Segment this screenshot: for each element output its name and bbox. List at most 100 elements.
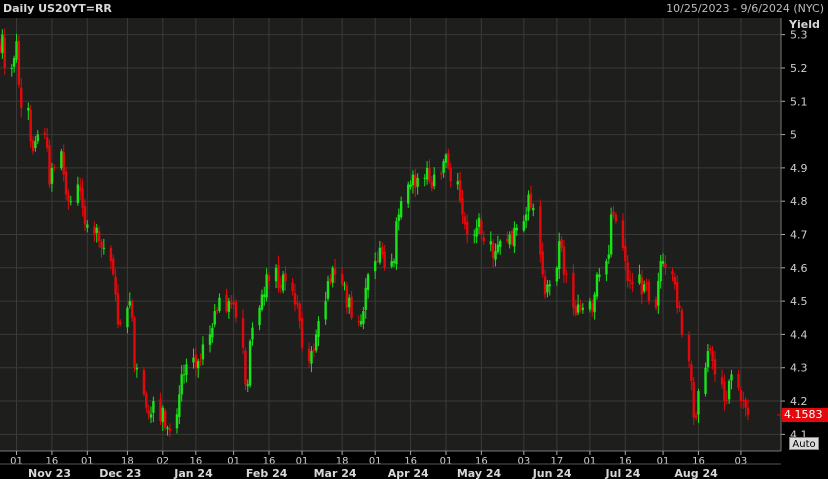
x-axis: 01 16 01 18 02 16 01 16 01 18 01 16 01 16 03 17 01 16 01 16… — [0, 450, 781, 479]
candle-body — [730, 374, 733, 381]
x-day-label: 01 — [440, 456, 453, 467]
candle-body — [482, 237, 485, 242]
candle-body — [532, 207, 535, 211]
candle-body — [397, 214, 400, 221]
candle-body — [350, 296, 353, 318]
candle-body — [112, 258, 115, 275]
candle-body — [364, 287, 367, 310]
candle-body — [626, 262, 629, 282]
candle-body — [416, 177, 419, 187]
candle-body — [621, 220, 625, 248]
candle-body — [317, 321, 320, 337]
x-month-label: Jan 24 — [173, 467, 213, 479]
candle-body — [704, 367, 707, 394]
candle-body — [62, 151, 65, 175]
candle-body — [598, 274, 601, 278]
x-day-label: 16 — [263, 456, 276, 467]
y-tick-label: 4.5 — [790, 295, 808, 308]
auto-scale-button[interactable]: Auto — [789, 437, 819, 450]
candle-body — [298, 303, 301, 322]
candle-body — [373, 261, 377, 272]
x-month-label: May 24 — [457, 467, 502, 479]
candle-body — [1, 34, 4, 54]
candle-body — [145, 393, 148, 408]
candle-body — [230, 302, 233, 305]
candle-body — [720, 377, 724, 385]
x-day-label: 03 — [735, 456, 748, 467]
x-day-label: 16 — [692, 456, 705, 467]
candle-body — [640, 277, 644, 295]
candle-body — [211, 327, 214, 338]
x-month-label: Aug 24 — [674, 467, 718, 479]
candle-body — [642, 284, 646, 292]
candle-body — [414, 174, 417, 188]
candle-body — [654, 299, 658, 308]
candle-body — [248, 341, 252, 386]
candle-body — [64, 171, 68, 195]
candle-body — [185, 364, 188, 375]
candle-body — [463, 216, 467, 225]
candle-body — [83, 206, 87, 225]
candle-body — [166, 427, 169, 429]
x-month-label: Nov 23 — [28, 467, 71, 479]
candle-body — [499, 241, 502, 247]
candle-body — [102, 247, 106, 249]
candle-body — [529, 193, 533, 208]
candle-body — [440, 173, 443, 175]
candle-body — [343, 284, 346, 286]
candle-body — [34, 141, 37, 148]
x-month-label: Feb 24 — [246, 467, 288, 479]
candle-body — [97, 231, 101, 242]
candle-body — [522, 221, 526, 231]
candle-body — [407, 184, 410, 204]
candle-body — [215, 309, 219, 312]
candle-body — [366, 274, 370, 291]
candle-body — [458, 179, 462, 202]
candle-body — [515, 227, 518, 231]
candle-body — [357, 321, 360, 323]
candle-body — [251, 327, 254, 340]
candle-body — [333, 268, 337, 275]
candle-body — [395, 221, 398, 265]
candle-body — [647, 281, 651, 302]
y-tick-label: 5.2 — [790, 62, 808, 75]
candle-body — [496, 244, 500, 252]
candle-body — [543, 276, 547, 295]
candle-body — [727, 381, 731, 400]
candle-body — [326, 281, 330, 299]
x-month-label: Jul 24 — [605, 467, 641, 479]
candle-body — [244, 350, 247, 385]
candle-body — [267, 275, 271, 282]
x-day-label: 18 — [121, 456, 134, 467]
candle-body — [175, 414, 179, 429]
x-month-label: Mar 24 — [314, 467, 357, 479]
candle-body — [20, 87, 23, 108]
candle-body — [409, 184, 412, 188]
candle-body — [281, 274, 285, 291]
candle-body — [692, 382, 695, 418]
candle-body — [494, 251, 497, 260]
candle-body — [81, 188, 84, 208]
x-day-label: 17 — [551, 456, 564, 467]
candle-body — [265, 274, 268, 298]
candle-body — [329, 278, 332, 282]
candle-body — [442, 161, 445, 173]
candle-body — [130, 301, 134, 318]
candle-body — [60, 151, 63, 169]
chart-svg[interactable]: 4.14.24.34.44.54.64.74.84.955.15.25.3 01… — [0, 0, 828, 479]
candle-body — [399, 201, 403, 218]
candle-body — [466, 221, 469, 235]
candle-body — [225, 294, 228, 312]
candle-body — [161, 407, 165, 422]
candle-body — [135, 367, 139, 370]
candle-body — [510, 231, 514, 245]
candle-body — [277, 265, 280, 288]
y-tick-label: 4.8 — [790, 195, 808, 208]
x-day-label: 01 — [10, 456, 23, 467]
candle-body — [133, 317, 136, 368]
candle-body — [491, 242, 495, 258]
candle-body — [213, 311, 216, 325]
candle-body — [659, 261, 662, 282]
candle-body — [29, 110, 32, 142]
candle-body — [447, 153, 450, 168]
